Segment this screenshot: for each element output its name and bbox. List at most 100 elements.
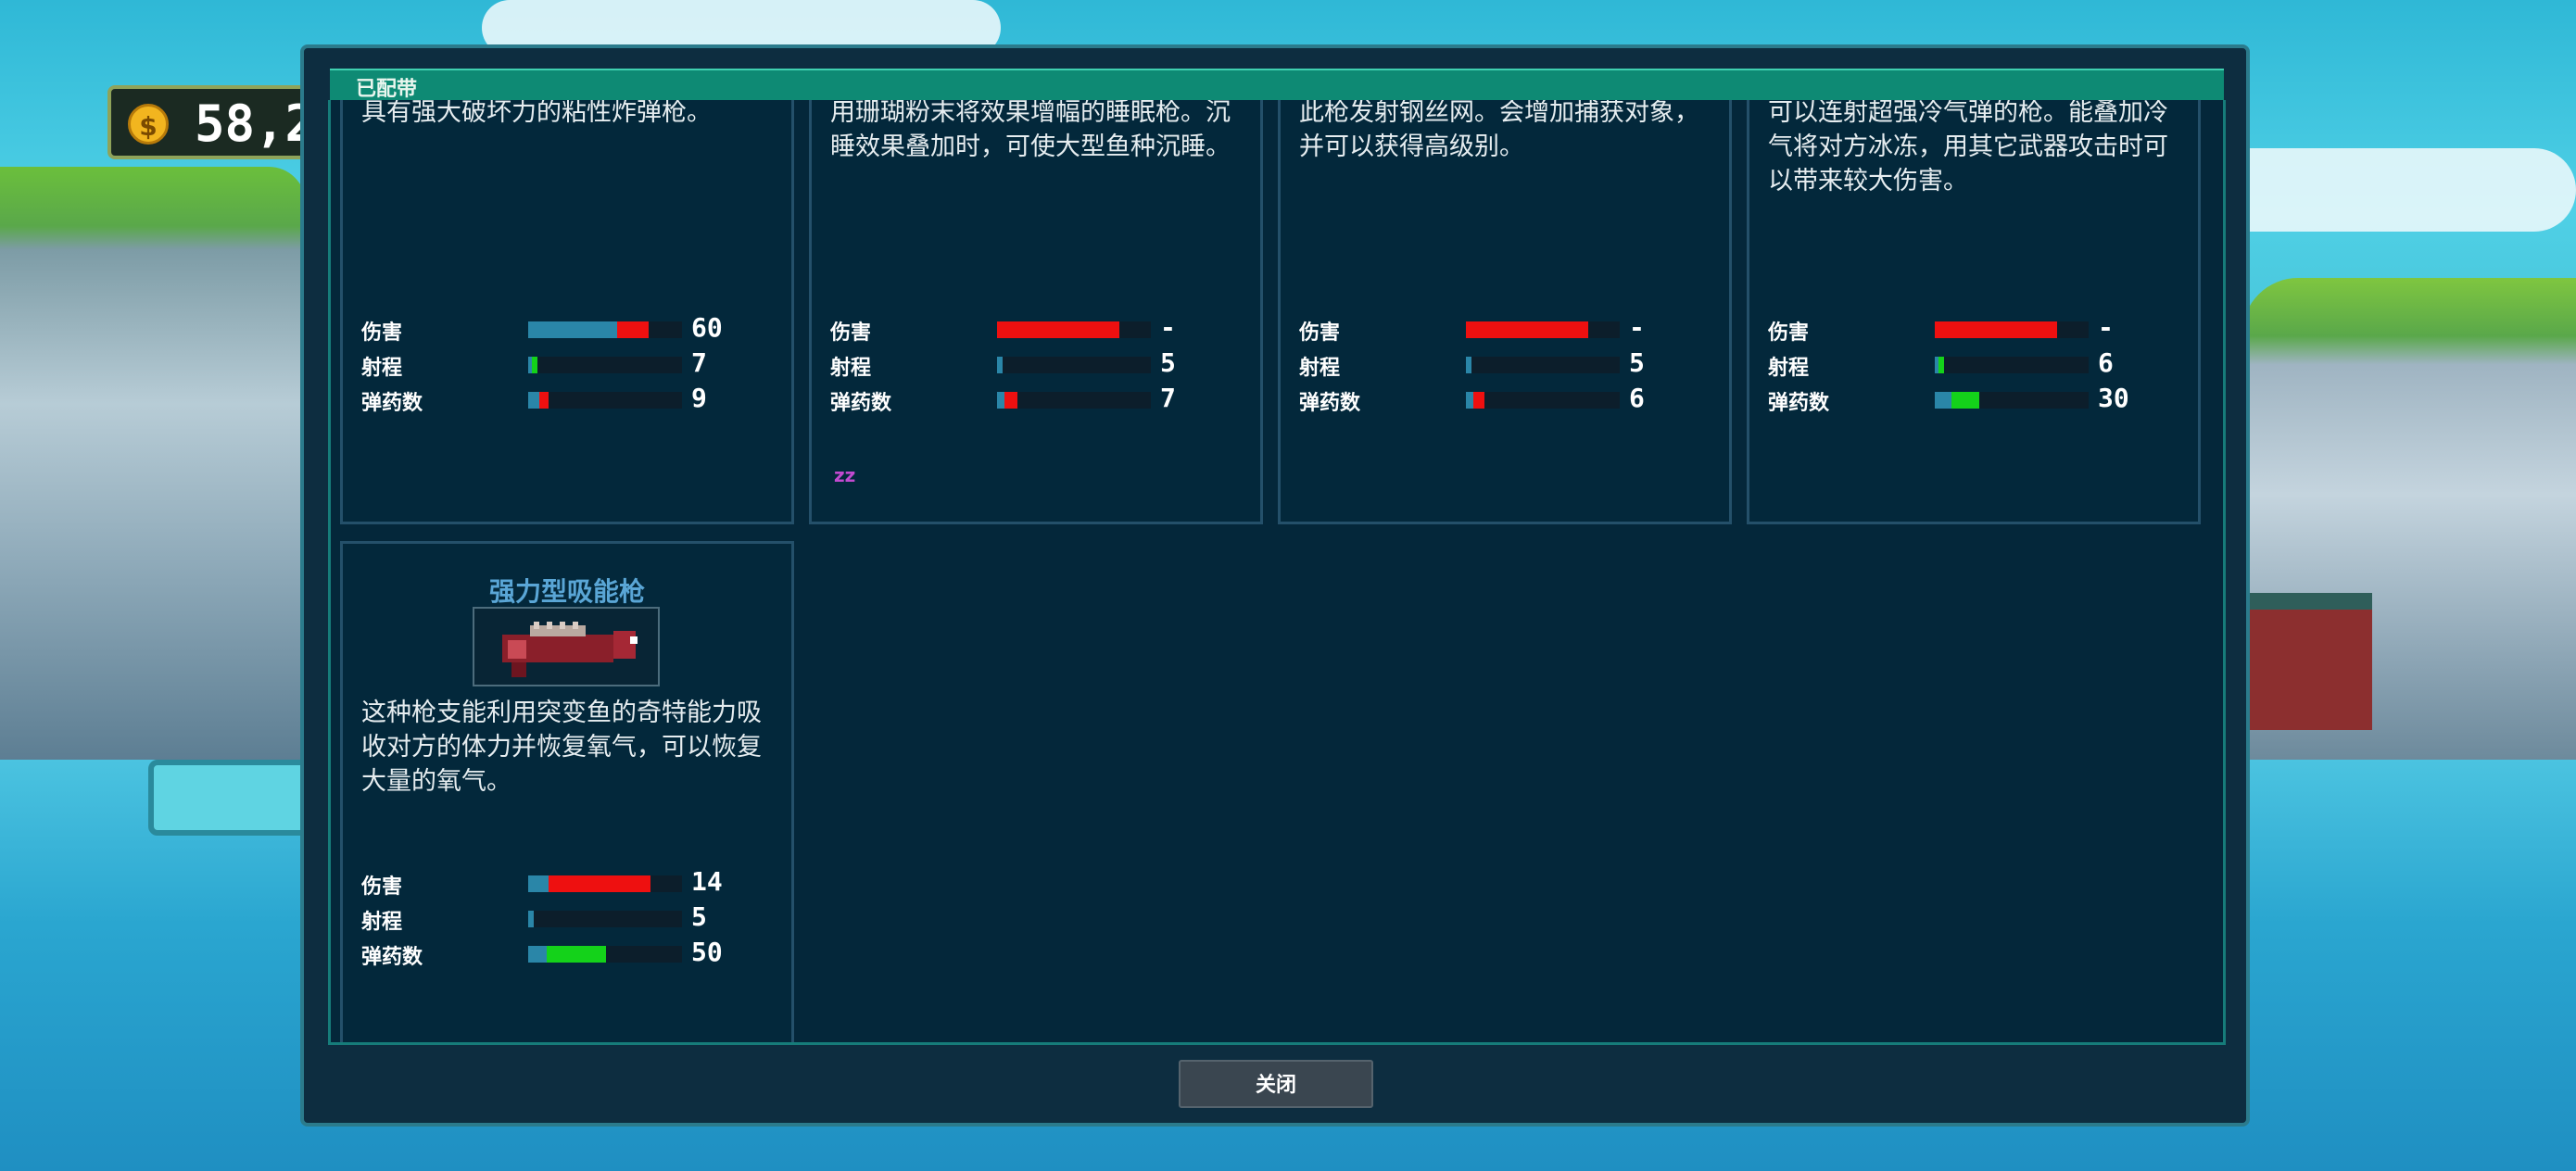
stat-bar-base <box>997 392 1004 409</box>
stat-bar-fill <box>997 321 1119 338</box>
stat-bar-base <box>1935 392 1951 409</box>
stat-label: 射程 <box>1768 357 1810 380</box>
stat-bar <box>528 875 682 892</box>
stat-label: 伤害 <box>1768 321 1810 345</box>
stat-value: 9 <box>691 383 707 413</box>
stat-value: 5 <box>1629 347 1645 378</box>
sleep-effect-icon: zz <box>834 464 856 486</box>
stat-bar <box>528 321 682 338</box>
stat-bar <box>997 321 1151 338</box>
stat-bar-fill <box>997 357 1003 373</box>
stat-value: - <box>1629 312 1645 343</box>
pagoda <box>2242 593 2372 730</box>
stat-bar-fill <box>1004 392 1017 409</box>
stat-bar-base <box>528 875 549 892</box>
weapon-description: 此枪发射钢丝网。会增加捕获对象，并可以获得高级别。 <box>1299 100 1699 161</box>
stat-label: 射程 <box>830 357 872 380</box>
coin-icon: $ <box>128 104 169 145</box>
stat-range: 射程 6 <box>1768 347 2176 380</box>
stat-value: 7 <box>691 347 707 378</box>
stat-ammo: 弹药数 30 <box>1768 383 2176 415</box>
stat-bar-fill <box>1935 321 2057 338</box>
weapon-card[interactable]: 具有强大破坏力的粘性炸弹枪。 伤害 60 射程 7 弹药数 9 <box>340 100 794 524</box>
left-cliff <box>0 167 306 760</box>
stat-range: 射程 5 <box>1299 347 1707 380</box>
stat-bar <box>1935 321 2089 338</box>
stat-ammo: 弹药数 6 <box>1299 383 1707 415</box>
stat-value: - <box>1160 312 1176 343</box>
cloud <box>2205 148 2576 232</box>
stat-bar <box>997 357 1151 373</box>
stat-damage: 伤害 - <box>1768 312 2176 345</box>
stat-bar <box>528 946 682 963</box>
stat-label: 伤害 <box>830 321 872 345</box>
weapon-description: 可以连射超强冷气弹的枪。能叠加冷气将对方冰冻，用其它武器攻击时可以带来较大伤害。 <box>1768 100 2168 195</box>
equipped-weapons-dialog: 已配带 具有强大破坏力的粘性炸弹枪。 伤害 60 射程 7 弹药数 9 用珊瑚粉… <box>300 44 2250 1127</box>
stat-label: 弹药数 <box>1768 392 1830 415</box>
coin-value: 58,2 <box>195 94 316 153</box>
dialog-title: 已配带 <box>356 78 418 101</box>
stat-ammo: 弹药数 9 <box>361 383 769 415</box>
stat-bar-fill <box>1466 321 1588 338</box>
weapon-description: 用珊瑚粉末将效果增幅的睡眠枪。沉睡效果叠加时，可使大型鱼种沉睡。 <box>830 100 1231 161</box>
stat-ammo: 弹药数 7 <box>830 383 1238 415</box>
stat-bar-fill <box>547 946 606 963</box>
stat-value: 5 <box>1160 347 1176 378</box>
weapon-name: 强力型吸能枪 <box>488 576 645 607</box>
weapon-list-panel[interactable]: 具有强大破坏力的粘性炸弹枪。 伤害 60 射程 7 弹药数 9 用珊瑚粉末将效果… <box>328 100 2226 1045</box>
coin-counter: $ 58,2 <box>107 85 330 159</box>
stat-range: 射程 5 <box>830 347 1238 380</box>
stat-ammo: 弹药数 50 <box>361 937 769 969</box>
close-button[interactable]: 关闭 <box>1179 1060 1373 1108</box>
stat-bar <box>1935 392 2089 409</box>
stat-bar-base <box>1466 392 1473 409</box>
stat-value: 60 <box>691 312 723 343</box>
stat-bar-fill <box>539 392 549 409</box>
stat-label: 弹药数 <box>361 392 423 415</box>
stat-bar-fill <box>1938 357 1944 373</box>
stat-bar <box>1466 392 1620 409</box>
stat-range: 射程 7 <box>361 347 769 380</box>
stat-label: 伤害 <box>361 321 403 345</box>
weapon-image <box>473 607 660 686</box>
stat-damage: 伤害 - <box>1299 312 1707 345</box>
stat-value: 7 <box>1160 383 1176 413</box>
stat-value: 14 <box>691 866 723 897</box>
stat-value: 5 <box>691 901 707 932</box>
weapon-card[interactable]: 可以连射超强冷气弹的枪。能叠加冷气将对方冰冻，用其它武器攻击时可以带来较大伤害。… <box>1747 100 2201 524</box>
stat-value: 6 <box>2098 347 2114 378</box>
stat-label: 伤害 <box>361 875 403 899</box>
stat-bar <box>1466 321 1620 338</box>
stat-bar-base <box>528 946 547 963</box>
stat-label: 弹药数 <box>1299 392 1361 415</box>
stat-label: 弹药数 <box>361 946 423 969</box>
stat-bar-base <box>528 392 539 409</box>
stat-value: 30 <box>2098 383 2129 413</box>
stat-bar-fill <box>1466 357 1471 373</box>
stat-damage: 伤害 60 <box>361 312 769 345</box>
stat-label: 射程 <box>361 911 403 934</box>
stat-value: 50 <box>691 937 723 967</box>
dialog-header: 已配带 <box>330 69 2224 102</box>
stat-label: 射程 <box>1299 357 1341 380</box>
weapon-description: 具有强大破坏力的粘性炸弹枪。 <box>361 100 712 127</box>
stat-bar <box>1935 357 2089 373</box>
stat-label: 弹药数 <box>830 392 892 415</box>
weapon-card[interactable]: 用珊瑚粉末将效果增幅的睡眠枪。沉睡效果叠加时，可使大型鱼种沉睡。 伤害 - 射程… <box>809 100 1263 524</box>
weapon-card[interactable]: 此枪发射钢丝网。会增加捕获对象，并可以获得高级别。 伤害 - 射程 5 弹药数 <box>1278 100 1732 524</box>
stat-bar <box>528 911 682 927</box>
weapon-description: 这种枪支能利用突变鱼的奇特能力吸收对方的体力并恢复氧气，可以恢复大量的氧气。 <box>361 699 762 796</box>
floating-platform <box>148 760 317 836</box>
weapon-card[interactable]: 强力型吸能枪 这种枪支能利用突变鱼的奇特能力吸收对方的体力并恢复氧气，可以恢复大… <box>340 541 794 1042</box>
stat-bar <box>997 392 1151 409</box>
stat-bar-fill <box>1951 392 1979 409</box>
stat-bar-fill <box>549 875 650 892</box>
stat-damage: 伤害 14 <box>361 866 769 899</box>
stat-bar-fill <box>1473 392 1484 409</box>
stat-bar-base <box>528 321 617 338</box>
stat-damage: 伤害 - <box>830 312 1238 345</box>
stat-bar-fill <box>532 357 537 373</box>
energy-gun-icon <box>502 622 638 677</box>
stat-bar <box>528 357 682 373</box>
stat-bar <box>1466 357 1620 373</box>
